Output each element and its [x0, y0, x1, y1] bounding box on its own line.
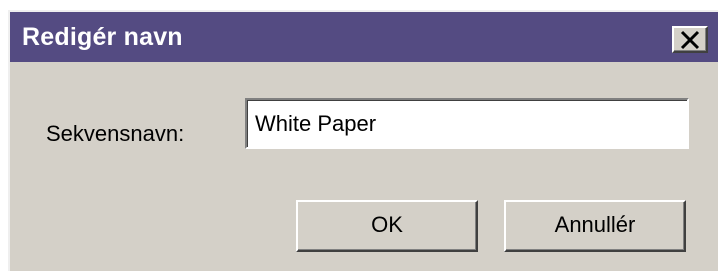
sequence-name-input[interactable]: [245, 98, 689, 149]
close-button[interactable]: [672, 26, 708, 53]
ok-button[interactable]: OK: [296, 200, 478, 252]
title-bar[interactable]: Redigér navn: [10, 12, 718, 62]
dialog-title: Redigér navn: [22, 23, 183, 51]
close-icon: [680, 30, 700, 50]
cancel-button[interactable]: Annullér: [504, 200, 686, 252]
rename-dialog: Redigér navn Sekvensnavn: OK Annullér: [8, 10, 718, 271]
sequence-name-label: Sekvensnavn:: [46, 121, 185, 146]
